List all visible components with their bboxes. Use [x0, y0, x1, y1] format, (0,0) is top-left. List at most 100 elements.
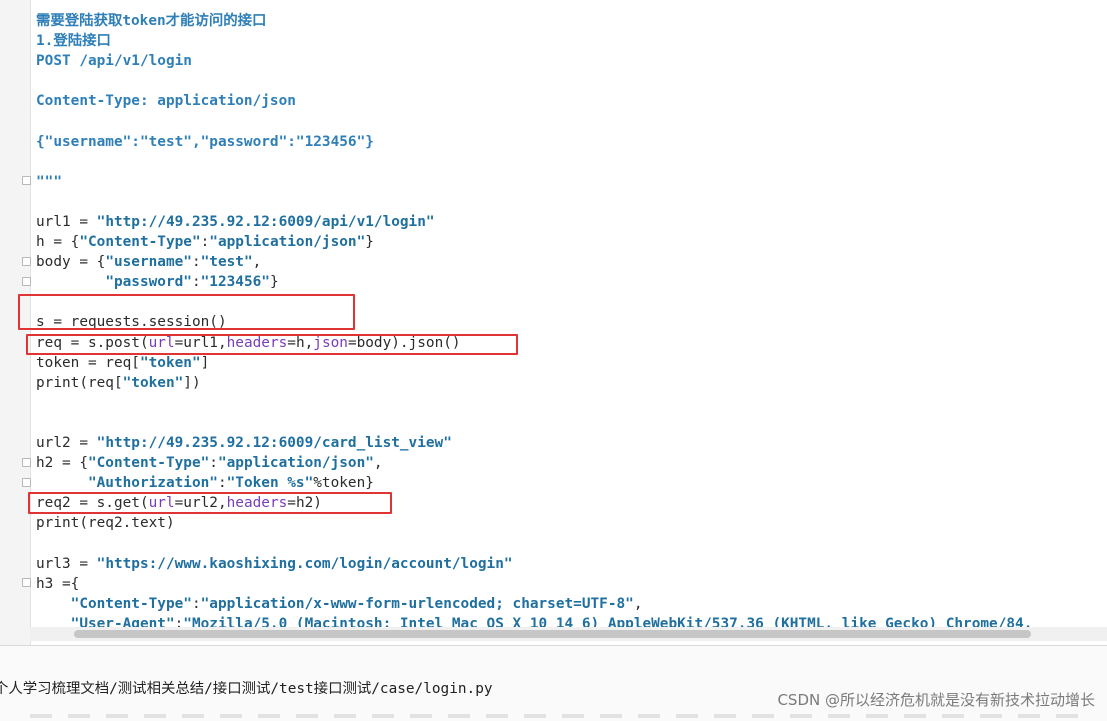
code-token: 1.登陆接口 [36, 33, 111, 50]
code-line[interactable] [36, 152, 1032, 172]
scrollbar-thumb[interactable] [74, 630, 1031, 638]
code-token: url1 = [36, 213, 97, 230]
code-token: } [269, 274, 279, 291]
code-line[interactable]: h = {"Content-Type":"application/json"} [36, 232, 1032, 252]
code-line[interactable] [36, 192, 1032, 212]
code-token: "Authorization" [87, 475, 218, 492]
code-token: """ [36, 173, 62, 190]
code-line[interactable] [36, 533, 1032, 553]
code-line[interactable] [36, 413, 1032, 433]
code-line[interactable]: POST /api/v1/login [36, 51, 1032, 71]
code-line[interactable]: url1 = "http://49.235.92.12:6009/api/v1/… [36, 212, 1032, 232]
code-token: 需要登陆获取token才能访问的接口 [36, 13, 267, 29]
code-token: req = s.post( [36, 334, 149, 351]
code-token: ] [200, 354, 210, 371]
code-token: "Content-Type" [70, 595, 192, 612]
code-line[interactable]: h3 ={ [36, 574, 1032, 594]
code-token: "application/x-www-form-urlencoded; char… [200, 595, 634, 612]
code-line[interactable]: 需要登陆获取token才能访问的接口 [36, 11, 1032, 31]
code-line[interactable]: 1.登陆接口 [36, 31, 1032, 51]
fold-marker-icon[interactable] [22, 257, 31, 266]
code-line[interactable]: body = {"username":"test", [36, 252, 1032, 272]
code-token: print(req[ [36, 374, 123, 391]
code-token: ]) [183, 374, 201, 391]
code-line[interactable]: print(req["token"]) [36, 373, 1032, 393]
code-token: h3 ={ [36, 575, 80, 592]
code-line[interactable]: url2 = "http://49.235.92.12:6009/card_li… [36, 433, 1032, 453]
code-token: "test" [200, 254, 253, 271]
code-line[interactable] [36, 292, 1032, 312]
code-token: "http://49.235.92.12:6009/card_list_view… [96, 434, 452, 451]
code-token: headers [226, 495, 288, 512]
code-token: =h, [287, 334, 314, 351]
code-line[interactable]: url3 = "https://www.kaoshixing.com/login… [36, 554, 1032, 574]
code-line[interactable]: {"username":"test","password":"123456"} [36, 132, 1032, 152]
code-token: "application/json" [209, 234, 366, 251]
code-token: %token} [313, 475, 374, 492]
code-token: h = { [36, 234, 80, 251]
code-token: "token" [122, 374, 184, 391]
code-line[interactable]: "Authorization":"Token %s"%token} [36, 473, 1032, 493]
code-token: req2 = s.get( [36, 495, 149, 512]
code-line[interactable]: s = requests.session() [36, 312, 1032, 332]
code-line[interactable] [36, 111, 1032, 131]
code-token: "http://49.235.92.12:6009/api/v1/login" [96, 213, 435, 230]
cut-off-code-line [30, 714, 1090, 718]
code-line[interactable]: h2 = {"Content-Type":"application/json", [36, 453, 1032, 473]
code-line[interactable]: "password":"123456"} [36, 272, 1032, 292]
code-token: } [365, 234, 374, 251]
fold-marker-icon[interactable] [22, 176, 31, 185]
code-token: token = req[ [36, 354, 140, 371]
csdn-watermark: CSDN @所以经济危机就是没有新技术拉动增长 [777, 691, 1095, 709]
horizontal-scrollbar[interactable] [30, 627, 1107, 641]
status-bar: 个人学习梳理文档/测试相关总结/接口测试/test接口测试/case/login… [0, 645, 1107, 721]
code-line[interactable]: Content-Type: application/json [36, 91, 1032, 111]
code-token: , [252, 254, 262, 271]
code-token: url [148, 495, 175, 512]
code-line[interactable]: token = req["token"] [36, 353, 1032, 373]
code-token: "Token %s" [226, 475, 314, 492]
code-token: =url2, [174, 495, 227, 512]
code-line[interactable] [36, 71, 1032, 91]
fold-marker-icon[interactable] [22, 478, 31, 487]
code-token: url [148, 334, 175, 351]
code-token: url2 = [36, 434, 97, 451]
code-line[interactable]: req = s.post(url=url1,headers=h,json=bod… [36, 333, 1032, 353]
code-token: "https://www.kaoshixing.com/login/accoun… [96, 555, 513, 572]
fold-marker-icon[interactable] [22, 277, 31, 286]
code-token: "123456" [200, 274, 270, 291]
code-token: : [217, 475, 227, 492]
code-token: =body).json() [347, 334, 461, 351]
fold-marker-icon[interactable] [22, 578, 31, 587]
code-token: POST /api/v1/login [36, 53, 192, 70]
code-content[interactable]: 需要登陆获取token才能访问的接口 1.登陆接口 POST /api/v1/log… [36, 11, 1032, 634]
code-token: , [633, 595, 643, 612]
code-token: : [191, 274, 201, 291]
code-token: , [373, 455, 383, 472]
code-line[interactable]: print(req2.text) [36, 513, 1032, 533]
code-token: url3 = [36, 555, 97, 572]
code-editor[interactable]: 需要登陆获取token才能访问的接口 1.登陆接口 POST /api/v1/log… [0, 0, 1107, 645]
code-line[interactable]: req2 = s.get(url=url2,headers=h2) [36, 493, 1032, 513]
code-token: headers [226, 334, 288, 351]
code-line[interactable]: "Content-Type":"application/x-www-form-u… [36, 594, 1032, 614]
code-token: "Content-Type" [79, 234, 201, 251]
code-token: h2 = { [36, 455, 88, 472]
code-line[interactable]: """ [36, 172, 1032, 192]
code-token: json [313, 334, 348, 351]
code-token: : [191, 595, 201, 612]
code-token: "Content-Type" [87, 455, 210, 472]
code-token: =h2) [287, 495, 322, 512]
code-token: Content-Type: application/json [36, 93, 296, 110]
fold-marker-icon[interactable] [22, 458, 31, 467]
code-line[interactable] [36, 393, 1032, 413]
code-token: : [200, 234, 210, 251]
code-token: "token" [139, 354, 201, 371]
file-path: 个人学习梳理文档/测试相关总结/接口测试/test接口测试/case/login… [0, 681, 493, 697]
code-token: : [209, 455, 218, 472]
code-token: : [191, 254, 201, 271]
code-token: =url1, [174, 334, 227, 351]
